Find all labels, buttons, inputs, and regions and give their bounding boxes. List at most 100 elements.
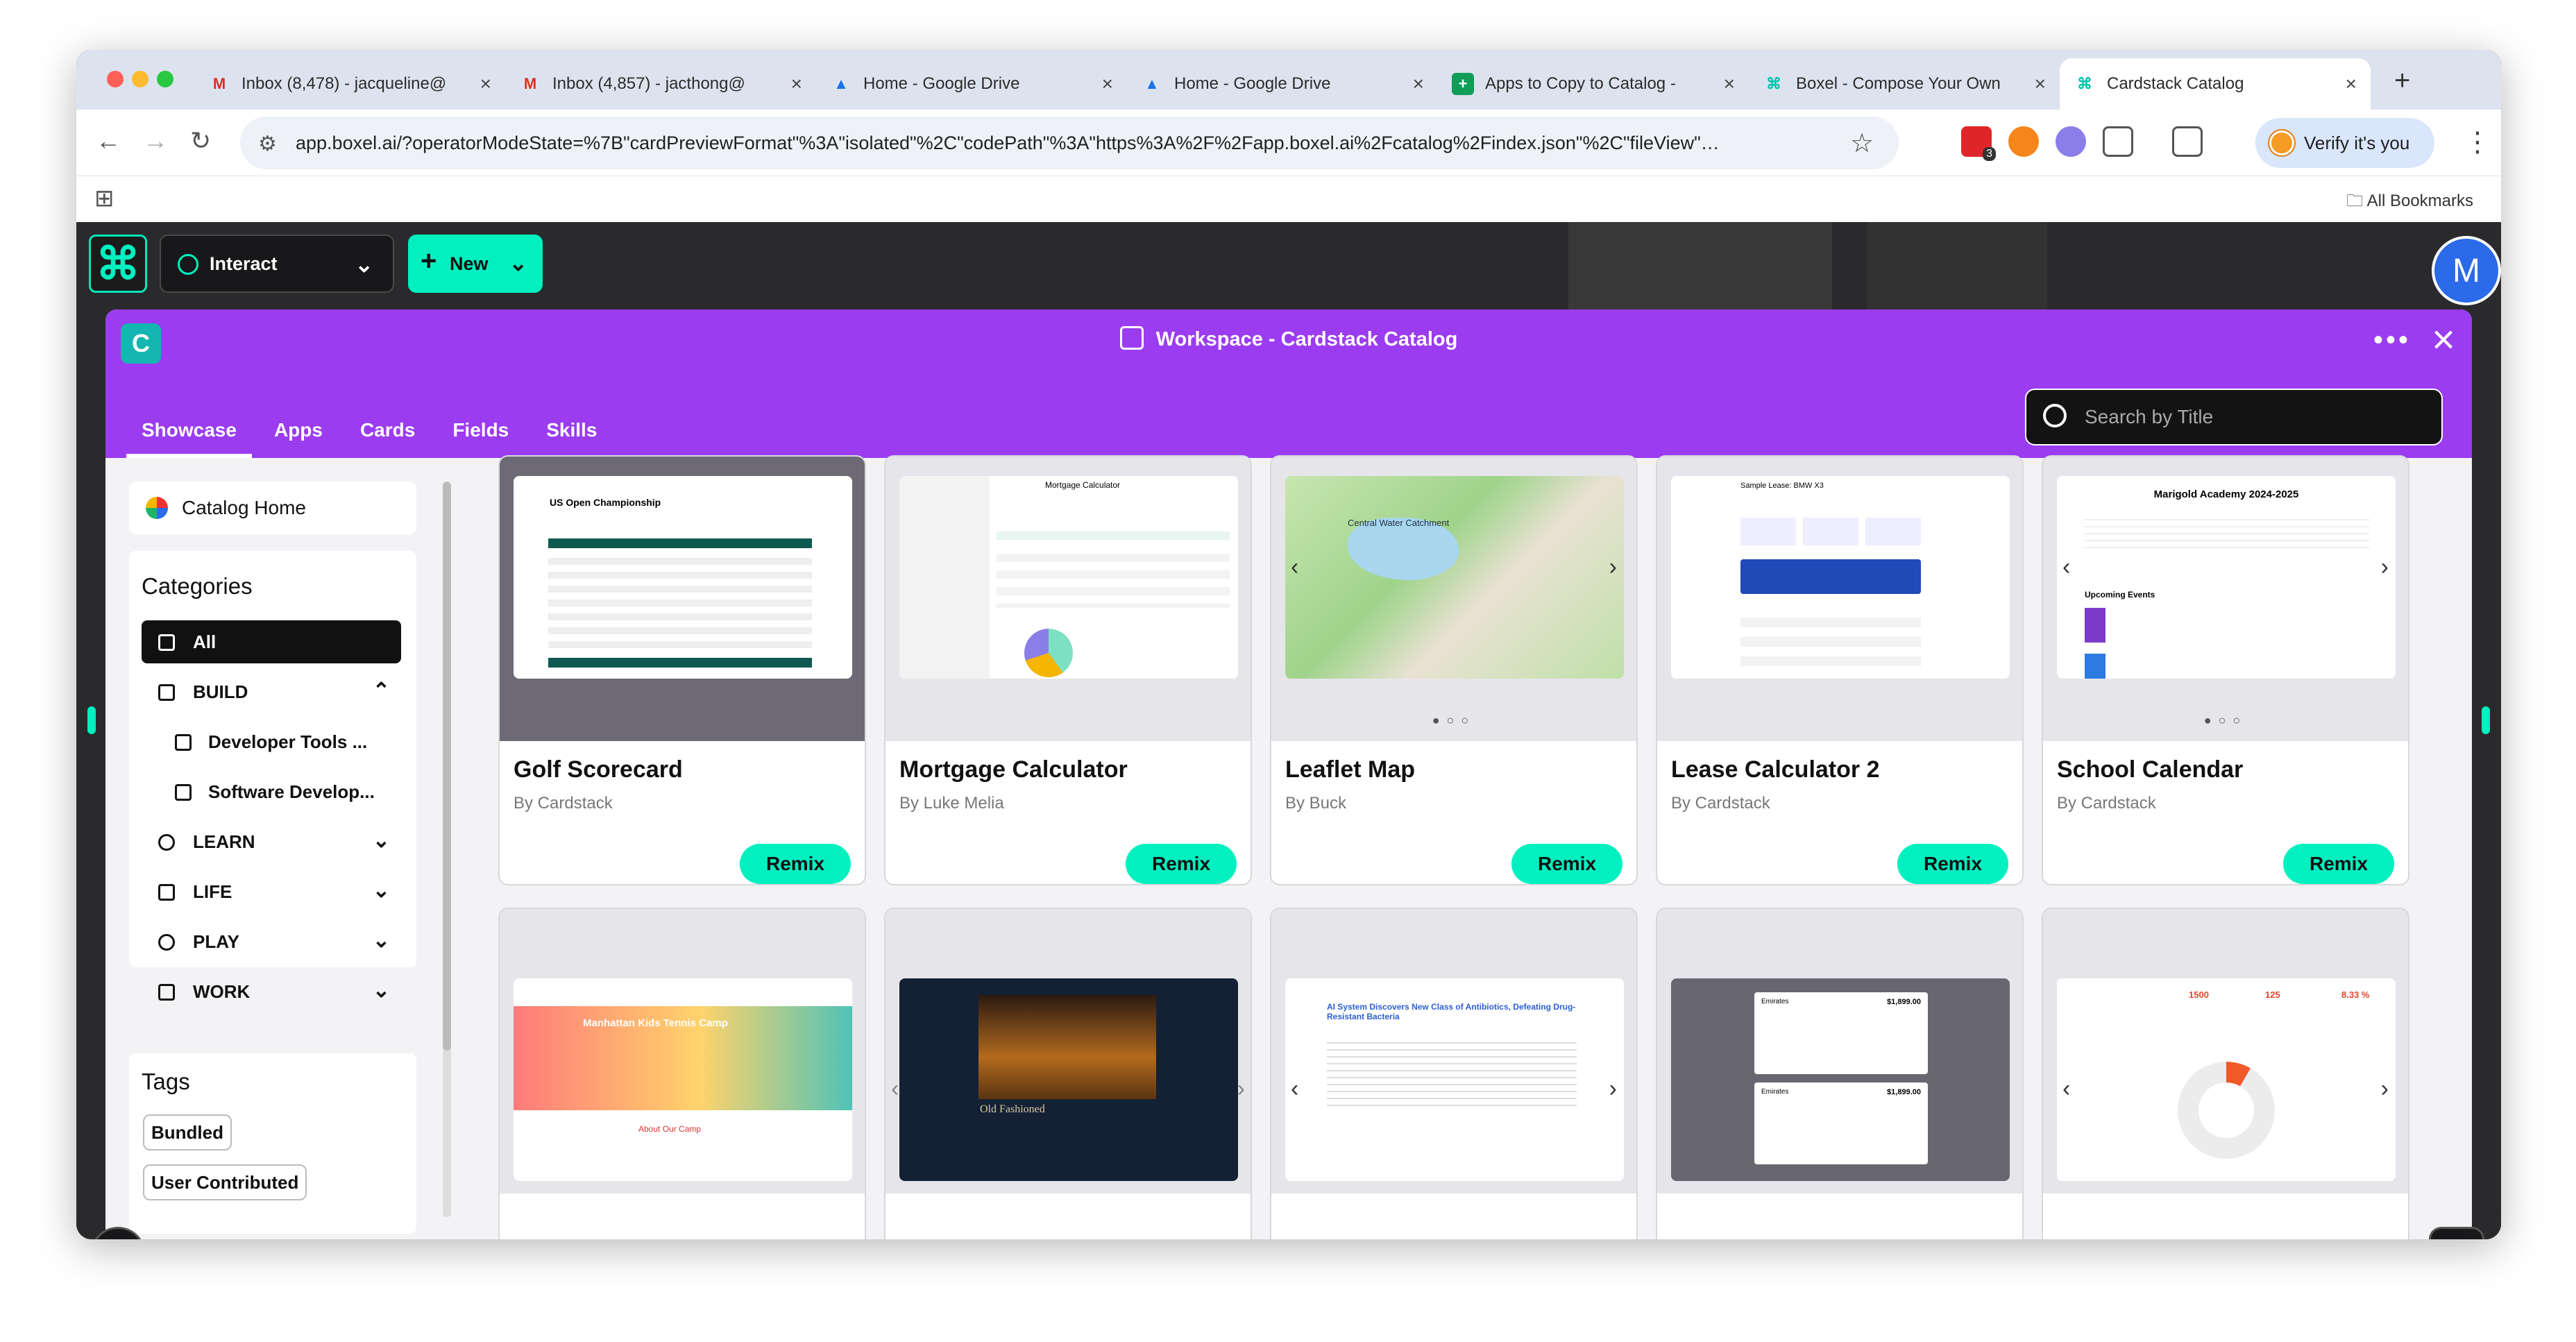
carousel-prev-icon[interactable]: ‹ xyxy=(2062,1076,2070,1103)
card-preview: 1500 125 8.33 % ‹ › xyxy=(2043,909,2408,1194)
boxel-logo[interactable]: ⌘ xyxy=(89,235,147,293)
tag-bundled[interactable]: Bundled xyxy=(143,1114,232,1150)
carousel-prev-icon[interactable]: ‹ xyxy=(2062,554,2070,581)
forward-icon[interactable]: → xyxy=(143,126,168,155)
close-window-button[interactable] xyxy=(107,71,124,87)
catalog-card[interactable]: Old Fashioned ‹ › xyxy=(884,908,1252,1239)
reload-icon[interactable]: ↻ xyxy=(190,126,211,155)
category-work[interactable]: WORK ⌄ xyxy=(142,970,401,1013)
sidebar-scrollbar[interactable] xyxy=(443,482,451,1217)
back-icon[interactable]: ← xyxy=(96,126,121,155)
category-life[interactable]: LIFE ⌄ xyxy=(142,870,401,913)
browser-tab-active[interactable]: ⌘ Cardstack Catalog × xyxy=(2060,58,2371,110)
desktop: M Inbox (8,478) - jacqueline@ × M Inbox … xyxy=(0,0,2576,1342)
tab-skills[interactable]: Skills xyxy=(531,409,612,458)
apps-grid-icon[interactable]: ⊞ xyxy=(94,185,115,212)
card-preview: Old Fashioned ‹ › xyxy=(886,909,1251,1194)
remix-button[interactable]: Remix xyxy=(2283,844,2394,884)
verify-profile-button[interactable]: Verify it's you xyxy=(2255,118,2434,168)
mode-label: Interact xyxy=(210,253,278,274)
new-tab-icon[interactable]: + xyxy=(2394,65,2410,96)
right-panel-handle[interactable] xyxy=(2482,706,2490,734)
close-tab-icon[interactable]: × xyxy=(1102,73,1113,95)
category-play[interactable]: PLAY ⌄ xyxy=(142,920,401,963)
minimize-window-button[interactable] xyxy=(132,71,149,87)
tab-showcase[interactable]: Showcase xyxy=(126,409,252,458)
new-button[interactable]: + New ⌄ xyxy=(408,235,543,293)
category-build[interactable]: BUILD ⌃ xyxy=(142,670,401,713)
ai-assistant-button[interactable]: ✦ xyxy=(2429,1227,2484,1239)
boxel-icon: ⌘ xyxy=(1766,75,1781,92)
catalog-card[interactable]: Marigold Academy 2024-2025 Upcoming Even… xyxy=(2042,455,2409,885)
catalog-card[interactable]: US Open Championship Golf Scorecard By C… xyxy=(498,455,866,885)
category-developer-tools[interactable]: Developer Tools ... xyxy=(142,720,401,763)
extensions-puzzle-icon[interactable] xyxy=(2103,126,2133,157)
address-bar[interactable]: app.boxel.ai/?operatorModeState=%7B"card… xyxy=(240,117,1899,169)
catalog-card[interactable]: 1500 125 8.33 % ‹ › xyxy=(2042,908,2409,1239)
site-settings-icon[interactable]: ⚙ xyxy=(258,132,277,156)
catalog-card[interactable]: AI System Discovers New Class of Antibio… xyxy=(1270,908,1638,1239)
category-software-development[interactable]: Software Develop... xyxy=(142,770,401,813)
left-panel-handle[interactable] xyxy=(87,706,96,734)
browser-tab[interactable]: ▲ Home - Google Drive × xyxy=(816,58,1127,110)
close-tab-icon[interactable]: × xyxy=(480,73,491,95)
carousel-next-icon[interactable]: › xyxy=(2381,554,2389,581)
globe-icon xyxy=(158,934,175,951)
tag-user-contributed[interactable]: User Contributed xyxy=(143,1164,307,1200)
zoom-window-button[interactable] xyxy=(157,71,173,87)
scrollbar-thumb[interactable] xyxy=(443,482,451,1051)
carousel-dots[interactable]: ●○○ xyxy=(1271,713,1636,728)
category-all[interactable]: All xyxy=(142,620,401,663)
avatar[interactable]: M xyxy=(2432,236,2501,305)
carousel-prev-icon[interactable]: ‹ xyxy=(1291,554,1298,581)
close-tab-icon[interactable]: × xyxy=(2035,73,2046,95)
extension-icon[interactable] xyxy=(2056,126,2086,157)
sidepanel-icon[interactable] xyxy=(2172,126,2203,157)
close-tab-icon[interactable]: × xyxy=(791,73,802,95)
tab-cards[interactable]: Cards xyxy=(345,409,430,458)
close-tab-icon[interactable]: × xyxy=(2346,73,2357,95)
carousel-prev-icon[interactable]: ‹ xyxy=(1291,1076,1298,1103)
tags-section: Tags Bundled User Contributed xyxy=(129,1053,416,1234)
thumb-sidebar xyxy=(899,476,990,679)
catalog-home-button[interactable]: Catalog Home xyxy=(129,482,416,534)
all-bookmarks-button[interactable]: 🗀 All Bookmarks xyxy=(2346,189,2473,217)
more-options-icon[interactable]: ••• xyxy=(2373,325,2411,356)
catalog-card[interactable]: Sample Lease: BMW X3 Lease Calculator 2 … xyxy=(1656,455,2024,885)
category-learn[interactable]: LEARN ⌄ xyxy=(142,820,401,863)
carousel-next-icon[interactable]: › xyxy=(1237,1076,1245,1103)
browser-tab[interactable]: M Inbox (4,857) - jacthong@ × xyxy=(505,58,816,110)
close-tab-icon[interactable]: × xyxy=(1724,73,1735,95)
mode-select[interactable]: Interact ⌄ xyxy=(160,235,394,293)
browser-menu-icon[interactable]: ⋮ xyxy=(2464,126,2491,158)
remix-button[interactable]: Remix xyxy=(740,844,851,884)
carousel-dots[interactable]: ●○○ xyxy=(2043,713,2408,728)
browser-tab[interactable]: + Apps to Copy to Catalog - × xyxy=(1438,58,1749,110)
extension-icon[interactable]: 3 xyxy=(1961,126,1996,161)
metamask-icon[interactable] xyxy=(2008,126,2039,157)
browser-tab[interactable]: ▲ Home - Google Drive × xyxy=(1127,58,1438,110)
bookmark-star-icon[interactable]: ☆ xyxy=(1850,128,1874,159)
close-icon[interactable]: × xyxy=(2432,316,2455,363)
browser-tab[interactable]: ⌘ Boxel - Compose Your Own × xyxy=(1749,58,2060,110)
thumb-title: Mortgage Calculator xyxy=(1045,480,1121,490)
thumb-ring-hole xyxy=(2198,1082,2254,1138)
carousel-prev-icon[interactable]: ‹ xyxy=(891,1076,899,1103)
catalog-card[interactable]: Mortgage Calculator Mortgage Calculator … xyxy=(884,455,1252,885)
tab-fields[interactable]: Fields xyxy=(437,409,524,458)
close-tab-icon[interactable]: × xyxy=(1413,73,1424,95)
catalog-card[interactable]: Emirates $1,899.00 Emirates $1,899.00 xyxy=(1656,908,2024,1239)
catalog-card[interactable]: Manhattan Kids Tennis Camp About Our Cam… xyxy=(498,908,866,1239)
carousel-next-icon[interactable]: › xyxy=(2381,1076,2389,1103)
remix-button[interactable]: Remix xyxy=(1126,844,1237,884)
catalog-card[interactable]: Central Water Catchment ‹ › ●○○ Leaflet … xyxy=(1270,455,1638,885)
search-input[interactable]: Search by Title xyxy=(2025,389,2443,445)
tab-apps[interactable]: Apps xyxy=(259,409,338,458)
chevron-down-icon: ⌄ xyxy=(355,252,373,277)
carousel-next-icon[interactable]: › xyxy=(1609,554,1617,581)
remix-button[interactable]: Remix xyxy=(1897,844,2008,884)
mortgage-calculator-thumbnail: Mortgage Calculator xyxy=(899,476,1238,679)
carousel-next-icon[interactable]: › xyxy=(1609,1076,1617,1103)
browser-tab[interactable]: M Inbox (8,478) - jacqueline@ × xyxy=(194,58,505,110)
remix-button[interactable]: Remix xyxy=(1511,844,1622,884)
